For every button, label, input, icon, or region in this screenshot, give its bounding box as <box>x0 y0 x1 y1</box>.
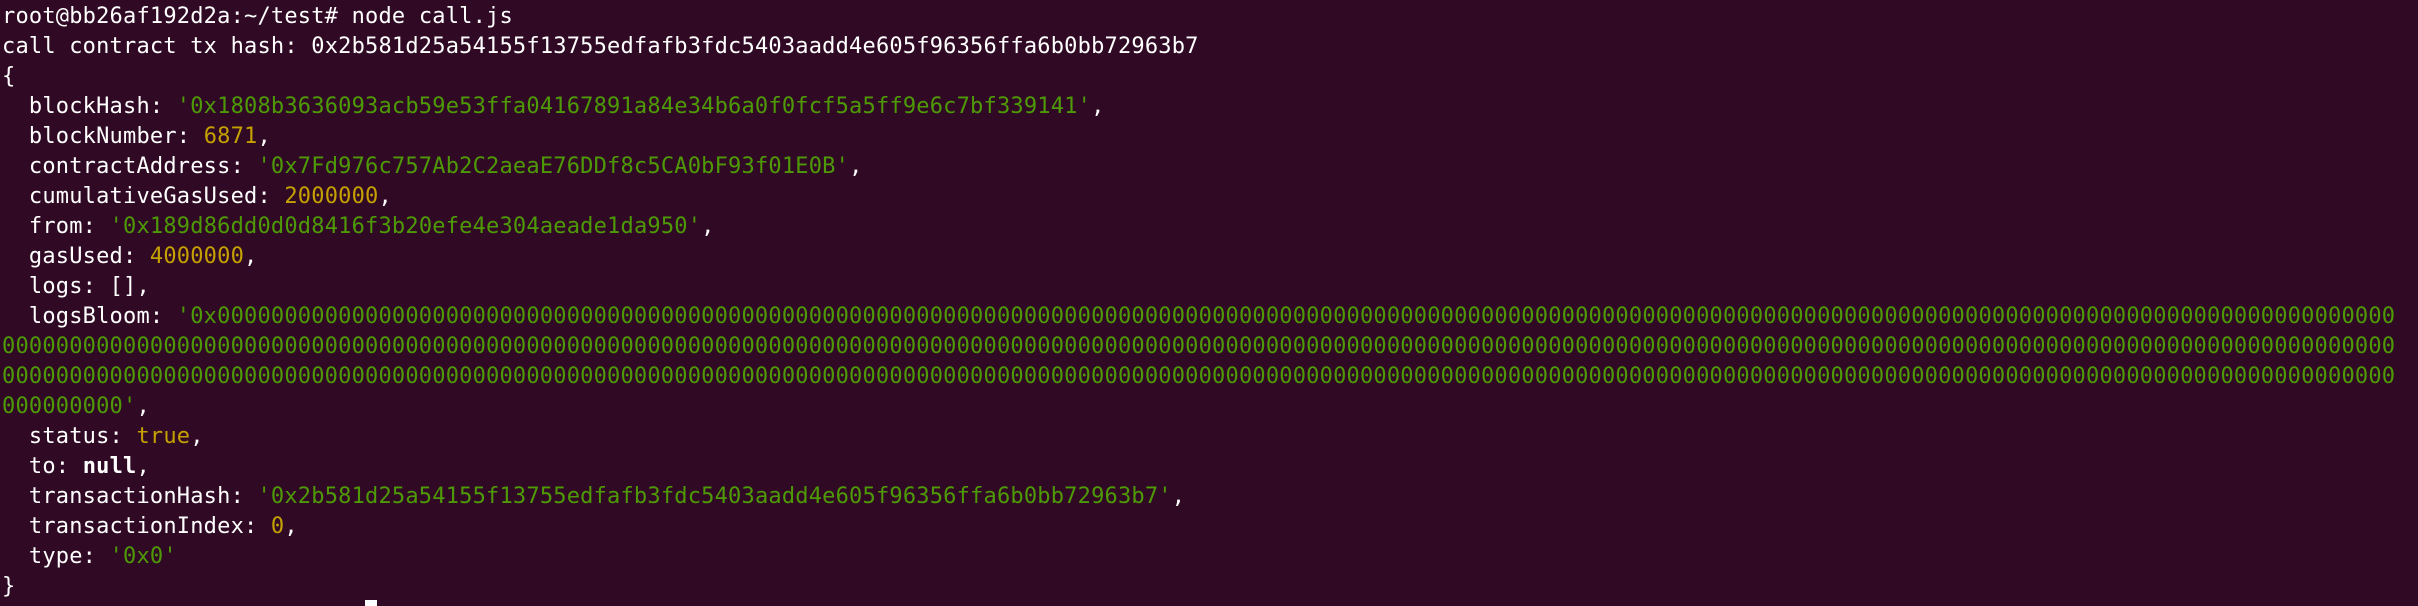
field-value: [] <box>109 274 137 299</box>
field-value: '0x7Fd976c757Ab2C2aeaE76DDf8c5CA0bF93f01… <box>257 154 850 179</box>
field-key: to: <box>28 454 70 479</box>
field-value: 6871 <box>203 124 258 149</box>
field-key: blockNumber: <box>28 124 191 149</box>
field-key: contractAddress: <box>28 154 245 179</box>
receipt-field-cumulativegasused: cumulativeGasUsed: 2000000, <box>28 184 392 209</box>
field-key: logsBloom: <box>28 304 164 329</box>
field-key: gasUsed: <box>28 244 137 269</box>
receipt-field-transactionhash: transactionHash: '0x2b581d25a54155f13755… <box>28 484 1186 509</box>
tx-hash-label: call contract tx hash: <box>2 34 298 59</box>
receipt-field-blocknumber: blockNumber: 6871, <box>28 124 271 149</box>
field-key: logs: <box>28 274 97 299</box>
receipt-field-logs: logs: [], <box>28 274 150 299</box>
field-value: true <box>136 424 191 449</box>
field-value: 4000000 <box>149 244 245 269</box>
receipt-field-contractaddress: contractAddress: '0x7Fd976c757Ab2C2aeaE7… <box>28 154 863 179</box>
field-value: '0x189d86dd0d0d8416f3b20efe4e304aeade1da… <box>109 214 702 239</box>
close-brace: } <box>2 574 16 599</box>
receipt-field-status: status: true, <box>28 424 204 449</box>
field-value: '0x2b581d25a54155f13755edfafb3fdc5403aad… <box>257 484 1172 509</box>
tx-hash-line: call contract tx hash: 0x2b581d25a54155f… <box>2 32 2418 62</box>
terminal-window[interactable]: root@bb26af192d2a:~/test# node call.js c… <box>0 0 2418 606</box>
field-key: transactionHash: <box>28 484 245 509</box>
field-value: '0x1808b3636093acb59e53ffa04167891a84e34… <box>176 94 1092 119</box>
field-value: null <box>82 454 137 479</box>
field-key: status: <box>28 424 124 449</box>
receipt-field-transactionindex: transactionIndex: 0, <box>28 514 298 539</box>
receipt-field-from: from: '0x189d86dd0d0d8416f3b20efe4e304ae… <box>28 214 715 239</box>
field-value: '0x0' <box>109 544 177 569</box>
receipt-field-to: to: null, <box>28 454 150 479</box>
receipt-field-blockhash: blockHash: '0x1808b3636093acb59e53ffa041… <box>28 94 1105 119</box>
field-key: cumulativeGasUsed: <box>28 184 271 209</box>
receipt-field-type: type: '0x0' <box>2 542 2418 572</box>
shell-prompt: root@bb26af192d2a:~/test# <box>2 4 339 29</box>
field-value: '0x0000000000000000000000000000000000000… <box>2 304 2396 419</box>
field-key: from: <box>28 214 97 239</box>
field-key: transactionIndex: <box>28 514 258 539</box>
field-value: 2000000 <box>284 184 379 209</box>
text-cursor <box>365 600 377 606</box>
receipt-field-gasused: gasUsed: 4000000, <box>28 244 258 269</box>
command-text: node call.js <box>351 4 513 29</box>
field-key: type: <box>28 544 97 569</box>
receipt-field-logsbloom: logsBloom: '0x00000000000000000000000000… <box>2 304 2396 419</box>
open-brace: { <box>2 64 16 89</box>
tx-hash-value: 0x2b581d25a54155f13755edfafb3fdc5403aadd… <box>311 34 1199 59</box>
field-key: blockHash: <box>28 94 164 119</box>
command-line: root@bb26af192d2a:~/test# node call.js <box>2 2 2418 32</box>
field-value: 0 <box>270 514 285 539</box>
